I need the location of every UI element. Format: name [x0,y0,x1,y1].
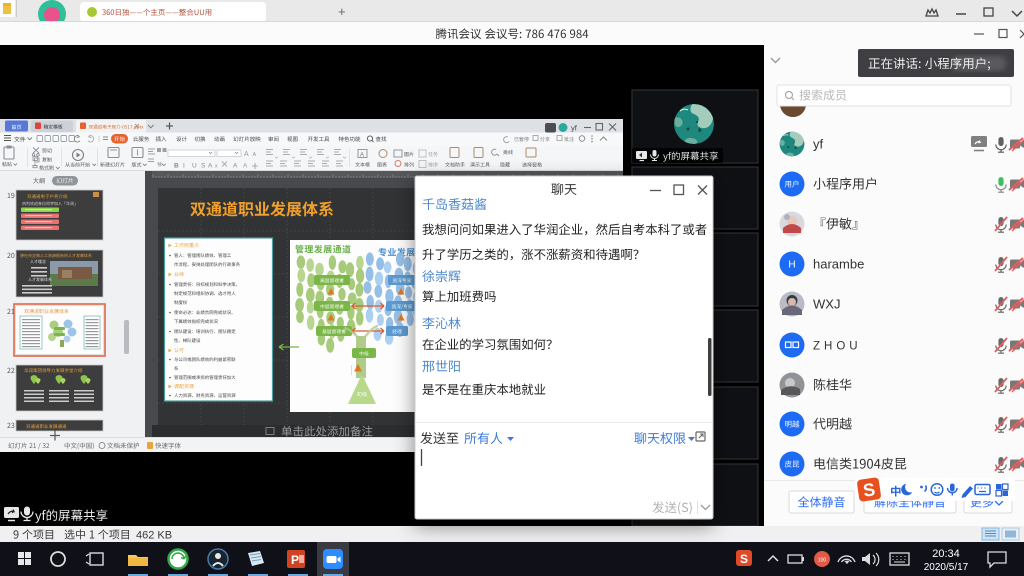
svg-text:A: A [208,163,213,170]
svg-text:harambe: harambe [813,257,864,272]
svg-text:H: H [788,260,795,271]
svg-text:S: S [740,552,748,566]
svg-text:2020/5/17: 2020/5/17 [924,562,969,573]
svg-text:yf: yf [813,137,824,152]
svg-text:ZHOU: ZHOU [813,341,862,353]
svg-text:A: A [360,153,364,159]
svg-text:A: A [243,163,248,170]
svg-text:I: I [183,163,185,170]
svg-text:100: 100 [818,558,827,564]
svg-text:S: S [201,163,206,170]
svg-text:A: A [233,163,238,170]
svg-text:P: P [291,553,299,567]
svg-text:WXJ: WXJ [813,297,840,312]
svg-text:20:34: 20:34 [932,548,960,560]
svg-text:A: A [244,151,249,158]
svg-text:462 KB: 462 KB [136,530,172,542]
svg-text:A: A [253,152,257,158]
svg-text:U: U [192,163,197,170]
svg-text:B: B [174,163,179,170]
svg-text:yf: yf [571,124,578,133]
svg-text:+: + [338,4,346,19]
